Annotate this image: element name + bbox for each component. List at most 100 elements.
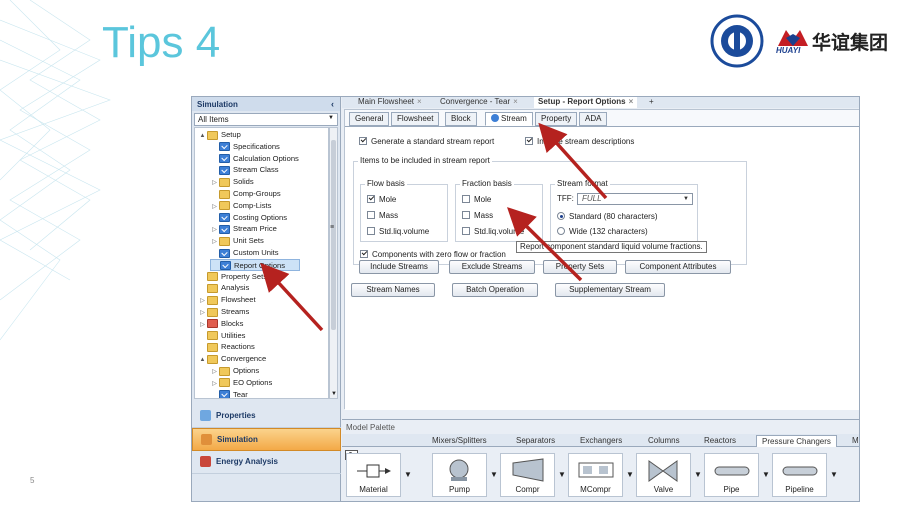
tff-select[interactable]: FULL ▼: [577, 193, 693, 205]
supplementary-stream-button[interactable]: Supplementary Stream: [555, 283, 665, 297]
dropdown-arrow-icon[interactable]: ▼: [404, 470, 412, 479]
include-streams-button[interactable]: Include Streams: [359, 260, 439, 274]
wide-format-radio[interactable]: Wide (132 characters): [557, 227, 648, 237]
tree-item[interactable]: ▲ Setup: [198, 129, 241, 141]
tree-item[interactable]: Report Options: [210, 258, 300, 271]
palette-tab[interactable]: M: [852, 435, 859, 447]
include-descriptions-checkbox[interactable]: Include stream descriptions: [525, 137, 634, 147]
folder-icon: [207, 354, 218, 364]
palette-tab[interactable]: Columns: [648, 435, 680, 447]
stream-names-button[interactable]: Stream Names: [351, 283, 435, 297]
palette-item-label: Pipeline: [785, 485, 814, 494]
form-tab-flowsheet[interactable]: Flowsheet: [391, 112, 440, 126]
form-tab-general[interactable]: General: [349, 112, 390, 126]
university-seal-logo: [710, 14, 764, 68]
dropdown-arrow-icon[interactable]: ▼: [830, 470, 838, 479]
fraction-mass-checkbox[interactable]: Mass: [462, 211, 493, 221]
nav-button-properties[interactable]: Properties: [192, 405, 341, 428]
close-icon[interactable]: ×: [513, 97, 518, 106]
nav-button-simulation[interactable]: Simulation: [192, 428, 341, 451]
tree-item[interactable]: Costing Options: [210, 212, 287, 224]
fraction-mole-checkbox[interactable]: Mole: [462, 195, 491, 205]
new-tab-icon[interactable]: +: [645, 97, 658, 108]
folder-icon: [207, 331, 218, 341]
slide: Tips 4 5 华谊集团 HUAYI Simulation ‹ All Ite…: [0, 0, 920, 518]
flow-mole-checkbox[interactable]: Mole: [367, 195, 396, 205]
property-sets-button[interactable]: Property Sets: [543, 260, 617, 274]
exclude-streams-button[interactable]: Exclude Streams: [449, 260, 535, 274]
tree-item[interactable]: ▷ EO Options: [210, 377, 272, 389]
form-tab-ada[interactable]: ADA: [579, 112, 608, 126]
folder-icon: [219, 378, 230, 388]
zero-flow-checkbox[interactable]: Components with zero flow or fraction: [360, 250, 506, 260]
scroll-down-icon[interactable]: ▼: [331, 391, 337, 397]
tree-item[interactable]: Stream Class: [210, 164, 279, 176]
folder-icon: [207, 307, 218, 317]
doc-tab[interactable]: Setup - Report Options ×: [534, 97, 638, 108]
tree-item-label: Comp-Groups: [233, 189, 281, 198]
palette-tab[interactable]: Separators: [516, 435, 555, 447]
doc-tab[interactable]: Convergence - Tear ×: [436, 97, 522, 108]
fraction-stdliq-checkbox[interactable]: Std.liq.volume: [462, 227, 524, 237]
palette-item-pipeline[interactable]: Pipeline: [772, 453, 827, 497]
tree-item[interactable]: ▷ Stream Price: [210, 223, 277, 235]
tree-item[interactable]: ▷ Streams: [198, 306, 249, 318]
palette-tab[interactable]: Exchangers: [580, 435, 622, 447]
palette-tab[interactable]: Reactors: [704, 435, 736, 447]
palette-tab[interactable]: Mixers/Splitters: [432, 435, 487, 447]
palette-item-compr[interactable]: Compr: [500, 453, 555, 497]
tree-item[interactable]: ▷ Solids: [210, 176, 254, 188]
tree-item[interactable]: Analysis: [198, 282, 249, 294]
tree-item[interactable]: ▷ Options: [210, 365, 259, 377]
tree-item[interactable]: Tear: [210, 389, 248, 398]
radio-dot: [557, 227, 565, 235]
form-tab-stream[interactable]: Stream: [485, 112, 533, 126]
flow-stdliq-checkbox[interactable]: Std.liq.volume: [367, 227, 429, 237]
flow-mole-label: Mole: [379, 195, 397, 204]
palette-tab[interactable]: Pressure Changers: [756, 435, 837, 447]
tree-item[interactable]: ▲ Convergence: [198, 353, 266, 365]
form-tab-label: ADA: [585, 114, 602, 123]
doc-tab[interactable]: Main Flowsheet ×: [354, 97, 426, 108]
tree-item[interactable]: ▷ Unit Sets: [210, 235, 264, 247]
tree-item[interactable]: Specifications: [210, 141, 280, 153]
tree-item[interactable]: Comp-Groups: [210, 188, 281, 200]
palette-item-pipe[interactable]: Pipe: [704, 453, 759, 497]
tree-scrollbar[interactable]: ≡ ▼: [329, 127, 338, 399]
palette-item-pump[interactable]: Pump: [432, 453, 487, 497]
logo-sub-text: HUAYI: [776, 46, 801, 55]
dropdown-arrow-icon[interactable]: ▼: [694, 470, 702, 479]
dropdown-arrow-icon[interactable]: ▼: [762, 470, 770, 479]
tree-item[interactable]: ▷ Comp-Lists: [210, 200, 271, 212]
batch-operation-button[interactable]: Batch Operation: [452, 283, 538, 297]
dropdown-arrow-icon[interactable]: ▼: [558, 470, 566, 479]
palette-item-material[interactable]: Material: [346, 453, 401, 497]
nav-button-energy-analysis[interactable]: Energy Analysis: [192, 451, 341, 474]
tree-item[interactable]: Custom Units: [210, 247, 279, 259]
tree-item[interactable]: Utilities: [198, 330, 245, 342]
pump-icon: [449, 459, 469, 481]
flow-mass-checkbox[interactable]: Mass: [367, 211, 398, 221]
dropdown-arrow-icon[interactable]: ▼: [490, 470, 498, 479]
tree-item[interactable]: Calculation Options: [210, 153, 299, 165]
expand-toggle-icon[interactable]: ▲: [198, 130, 207, 142]
generate-report-checkbox[interactable]: Generate a standard stream report: [359, 137, 494, 147]
component-attributes-button[interactable]: Component Attributes: [625, 260, 731, 274]
scrollbar-thumb[interactable]: [331, 140, 336, 330]
expand-toggle-icon[interactable]: ▲: [198, 354, 207, 366]
form-tab-property[interactable]: Property: [535, 112, 578, 126]
close-icon[interactable]: ×: [417, 97, 422, 106]
dropdown-arrow-icon[interactable]: ▼: [626, 470, 634, 479]
palette-item-mcompr[interactable]: MCompr: [568, 453, 623, 497]
palette-item-valve[interactable]: Valve: [636, 453, 691, 497]
close-icon[interactable]: ×: [629, 97, 634, 106]
tree-item[interactable]: Reactions: [198, 341, 255, 353]
tree-item[interactable]: ▷ Blocks: [198, 318, 243, 330]
report-options-form: General Flowsheet Block Stream Property ADA G…: [344, 109, 859, 410]
tree-item[interactable]: Property Sets: [198, 271, 267, 283]
form-tab-block[interactable]: Block: [445, 112, 477, 126]
tree-item[interactable]: ▷ Flowsheet: [198, 294, 256, 306]
standard-format-radio[interactable]: Standard (80 characters): [557, 212, 658, 222]
collapse-chevron-icon[interactable]: ‹: [331, 99, 334, 109]
nav-filter-select[interactable]: All Items ▼: [194, 113, 338, 126]
